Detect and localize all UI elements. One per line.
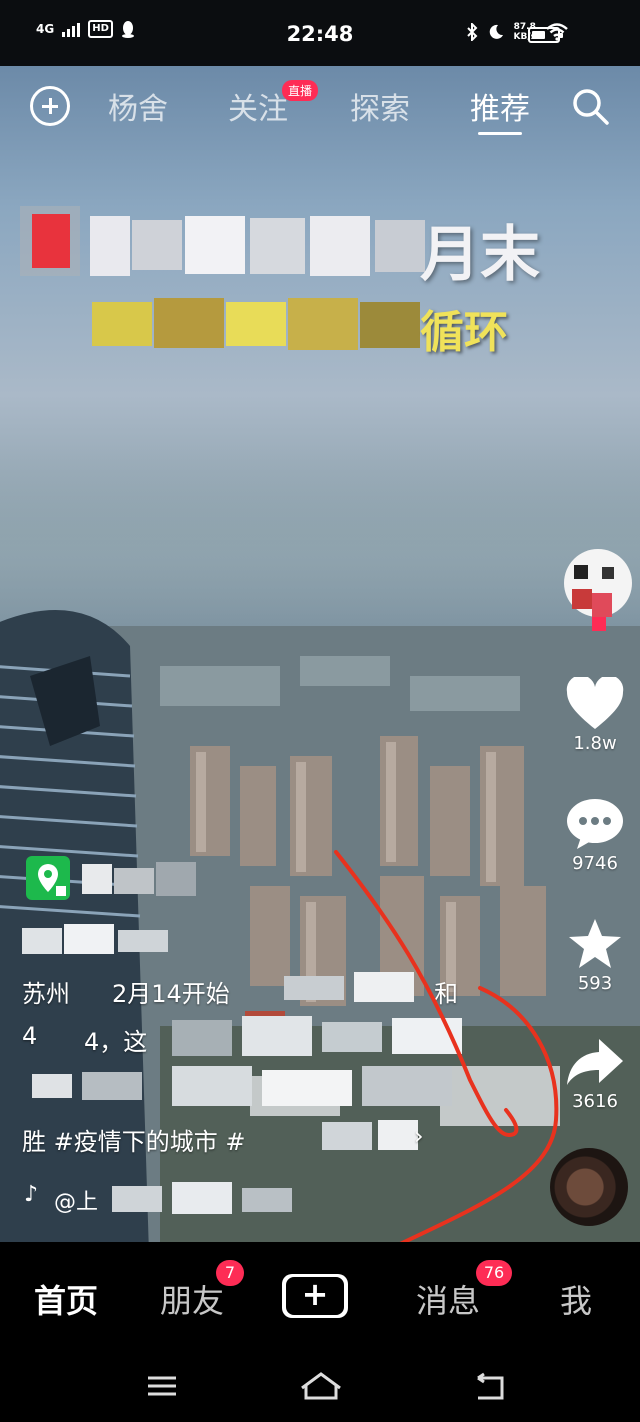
tab-home[interactable]: 首页 bbox=[34, 1276, 98, 1322]
share-button[interactable]: 3616 bbox=[560, 1035, 630, 1112]
home-icon[interactable] bbox=[298, 1370, 344, 1402]
active-tab-indicator bbox=[478, 132, 522, 135]
comment-count: 9746 bbox=[572, 853, 618, 874]
title-mosaic bbox=[22, 924, 168, 954]
location-icon[interactable] bbox=[26, 856, 70, 900]
desc-mosaic-1 bbox=[284, 972, 414, 1002]
bottom-tab-bar: 首页 朋友 7 + 消息 76 我 bbox=[0, 1242, 640, 1352]
tab-me[interactable]: 我 bbox=[560, 1276, 592, 1322]
moon-icon bbox=[489, 24, 503, 39]
system-navigation-bar bbox=[0, 1352, 640, 1422]
star-icon bbox=[569, 919, 621, 968]
desc-line2-start: 4 bbox=[22, 1022, 38, 1050]
like-button[interactable]: 1.8w bbox=[560, 677, 630, 754]
favorite-count: 593 bbox=[577, 973, 613, 994]
live-badge: 直播 bbox=[282, 80, 319, 101]
tab-following[interactable]: 关注 bbox=[228, 84, 288, 128]
favorite-button[interactable]: 593 bbox=[560, 917, 630, 994]
tab-friends[interactable]: 朋友 bbox=[160, 1276, 224, 1322]
comment-icon bbox=[567, 799, 623, 849]
desc-line1-start: 苏州 bbox=[22, 980, 70, 1008]
share-arrow-icon bbox=[567, 1039, 623, 1085]
add-icon[interactable] bbox=[30, 86, 70, 126]
hashtags[interactable]: 胜 #疫情下的城市 # bbox=[22, 1122, 245, 1157]
sound-name-mosaic bbox=[112, 1182, 292, 1214]
desc-line2-middle: 4，这 bbox=[84, 1028, 148, 1056]
desc-line1-middle: 2月14开始 bbox=[112, 980, 230, 1008]
sound-author[interactable]: @上 bbox=[54, 1184, 98, 1216]
author-avatar[interactable] bbox=[562, 545, 634, 645]
top-nav: 杨舍 关注 直播 探索 推荐 bbox=[0, 66, 640, 146]
heart-icon bbox=[566, 677, 624, 729]
tab-explore[interactable]: 探索 bbox=[350, 84, 410, 128]
create-video-button[interactable]: + bbox=[278, 1274, 352, 1318]
video-subcaption-visible: 循环 bbox=[420, 307, 508, 358]
bluetooth-icon bbox=[466, 23, 477, 41]
comment-button[interactable]: 9746 bbox=[560, 797, 630, 874]
share-count: 3616 bbox=[572, 1091, 618, 1112]
tab-local[interactable]: 杨舍 bbox=[108, 84, 168, 128]
battery-icon bbox=[528, 27, 563, 43]
messages-badge: 76 bbox=[476, 1260, 512, 1286]
like-count: 1.8w bbox=[573, 733, 617, 754]
desc-mosaic-3 bbox=[32, 1072, 142, 1100]
friends-badge: 7 bbox=[216, 1260, 244, 1286]
music-note-icon: ♪ bbox=[24, 1182, 39, 1207]
author-name-mosaic bbox=[82, 862, 196, 896]
tab-messages[interactable]: 消息 bbox=[416, 1276, 480, 1322]
video-caption-visible: 月末 bbox=[420, 220, 540, 290]
desc-line1-end: 和 bbox=[434, 980, 458, 1008]
music-disc-icon[interactable] bbox=[550, 1148, 628, 1226]
search-icon[interactable] bbox=[570, 86, 610, 126]
menu-icon[interactable] bbox=[142, 1370, 182, 1402]
more-chevron-icon[interactable]: › bbox=[414, 1122, 424, 1150]
tab-recommend[interactable]: 推荐 bbox=[470, 84, 530, 128]
back-icon[interactable] bbox=[470, 1370, 510, 1402]
desc-mosaic-2 bbox=[172, 1016, 462, 1106]
plus-icon: + bbox=[301, 1275, 329, 1313]
status-bar: 4G HD 22:48 87.8 KB/s bbox=[0, 0, 640, 66]
